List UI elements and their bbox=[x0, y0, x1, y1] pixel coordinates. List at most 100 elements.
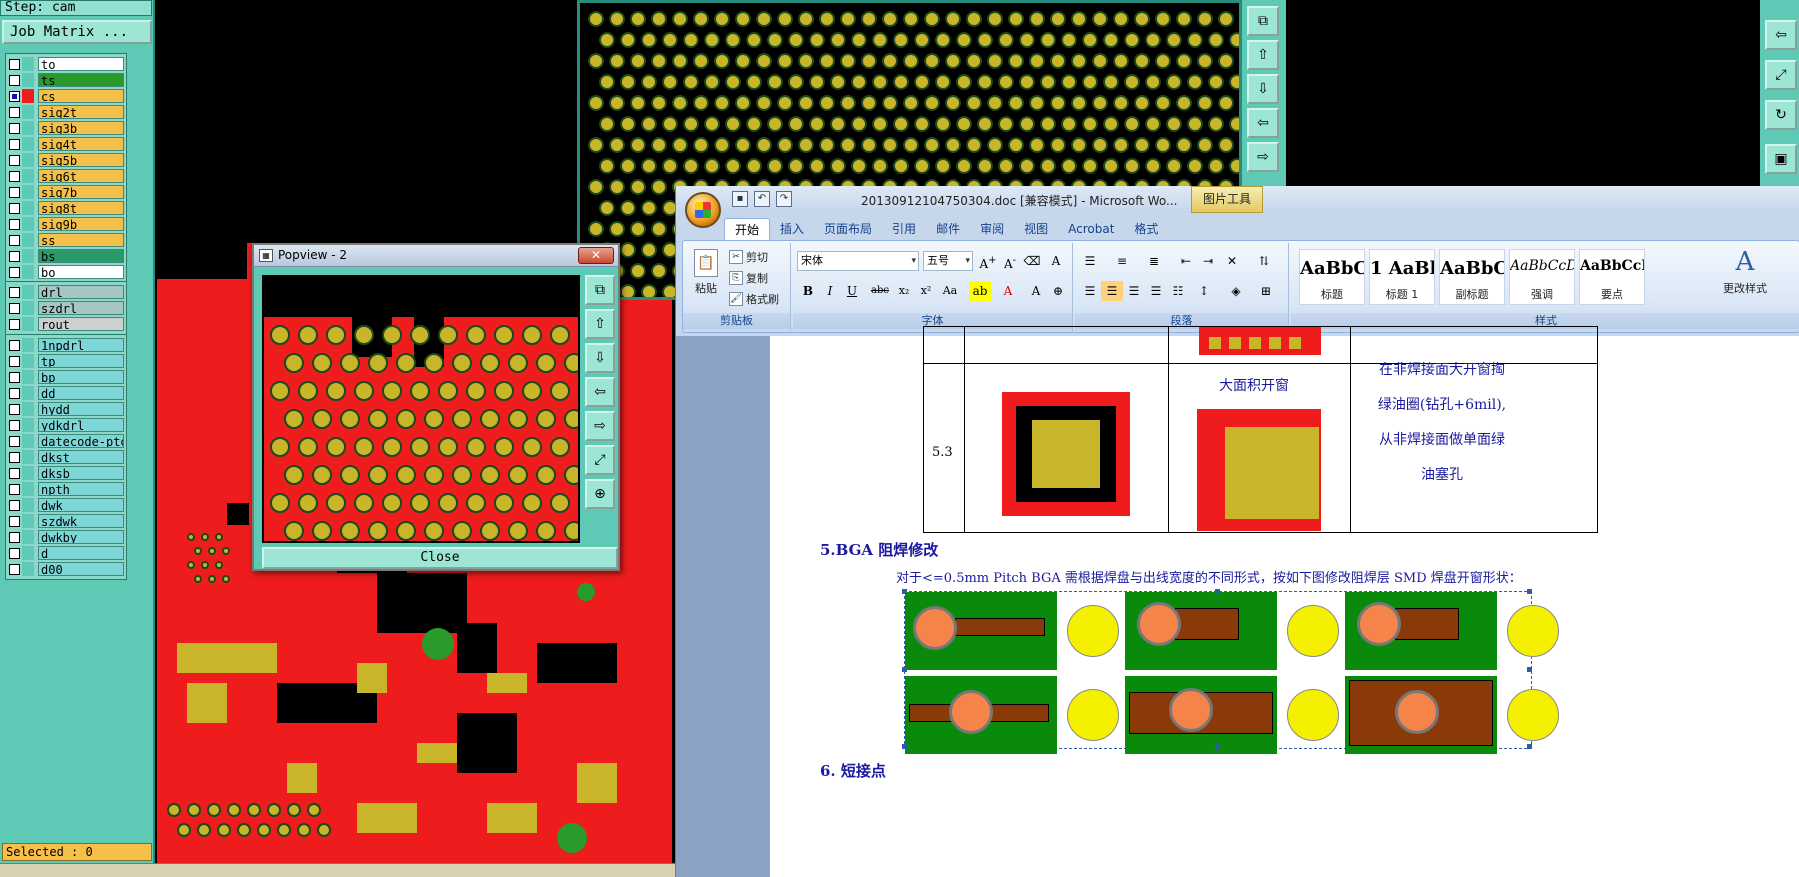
layer-row[interactable]: dwkby bbox=[9, 529, 124, 545]
font-color-button[interactable]: A bbox=[997, 281, 1019, 301]
layer-name[interactable]: bp bbox=[38, 370, 124, 384]
layer-checkbox[interactable] bbox=[9, 58, 20, 70]
undo-icon[interactable]: ↶ bbox=[754, 191, 770, 207]
resize-handle[interactable] bbox=[902, 589, 907, 594]
save-icon[interactable]: ▪ bbox=[732, 191, 748, 207]
layer-checkbox[interactable] bbox=[9, 170, 20, 182]
resize-handle[interactable] bbox=[1215, 744, 1220, 749]
char-border-button[interactable]: A bbox=[1045, 251, 1067, 271]
layer-checkbox[interactable] bbox=[9, 318, 20, 330]
grow-font-button[interactable]: A+ bbox=[977, 251, 999, 271]
style-tile[interactable]: 1 AaBl 标题 1 bbox=[1369, 249, 1435, 305]
layer-row[interactable]: sig8t bbox=[9, 200, 124, 216]
redraw-button[interactable]: ↻ bbox=[1765, 100, 1797, 130]
layer-checkbox[interactable] bbox=[9, 547, 20, 559]
layer-row[interactable]: ts bbox=[9, 72, 124, 88]
layer-checkbox[interactable] bbox=[9, 234, 20, 246]
layer-checkbox[interactable] bbox=[9, 563, 20, 575]
layer-name[interactable]: 1npdrl bbox=[38, 338, 124, 352]
align-right-button[interactable]: ☰ bbox=[1123, 281, 1145, 301]
layer-name[interactable]: sig3b bbox=[38, 121, 124, 135]
layer-checkbox[interactable] bbox=[9, 250, 20, 262]
style-tile[interactable]: AaBbCcD 要点 bbox=[1579, 249, 1645, 305]
layer-checkbox[interactable] bbox=[9, 499, 20, 511]
popview-zoom-fit-button[interactable]: ⤢ bbox=[585, 445, 615, 475]
layer-name[interactable]: bo bbox=[38, 265, 124, 279]
job-matrix-button[interactable]: Job Matrix ... bbox=[2, 20, 152, 44]
layer-checkbox[interactable] bbox=[9, 186, 20, 198]
layer-checkbox[interactable] bbox=[9, 74, 20, 86]
layer-checkbox[interactable] bbox=[9, 467, 20, 479]
layer-name[interactable]: sig8t bbox=[38, 201, 124, 215]
layer-name[interactable]: dwk bbox=[38, 498, 124, 512]
layer-name[interactable]: d00 bbox=[38, 562, 124, 576]
layer-checkbox[interactable] bbox=[9, 387, 20, 399]
layer-row[interactable]: npth bbox=[9, 481, 124, 497]
layer-name[interactable]: rout bbox=[38, 317, 124, 331]
layer-checkbox[interactable] bbox=[9, 435, 20, 447]
layer-row[interactable]: d bbox=[9, 545, 124, 561]
subscript-button[interactable]: x₂ bbox=[893, 281, 915, 301]
decrease-indent-button[interactable]: ⇤ bbox=[1175, 251, 1197, 271]
change-case-button[interactable]: Aa bbox=[939, 281, 961, 301]
ribbon-tab[interactable]: 开始 bbox=[724, 218, 771, 240]
sort-button[interactable]: ⇅ bbox=[1253, 251, 1275, 271]
layer-checkbox[interactable] bbox=[9, 515, 20, 527]
layer-row[interactable]: sig5b bbox=[9, 152, 124, 168]
layer-row[interactable]: 1npdrl bbox=[9, 337, 124, 353]
layer-row[interactable]: bo bbox=[9, 264, 124, 280]
layer-checkbox[interactable] bbox=[9, 339, 20, 351]
layer-name[interactable]: szdrl bbox=[38, 301, 124, 315]
zoom-fit-button[interactable]: ⤢ bbox=[1765, 60, 1797, 90]
layer-checkbox[interactable] bbox=[9, 138, 20, 150]
layer-name[interactable]: npth bbox=[38, 482, 124, 496]
layer-row[interactable]: ydkdrl bbox=[9, 417, 124, 433]
layer-name[interactable]: ydkdrl bbox=[38, 418, 124, 432]
pan-right-button[interactable]: ⇨ bbox=[1247, 142, 1279, 172]
layer-row[interactable]: szdwk bbox=[9, 513, 124, 529]
pan-down-button[interactable]: ⇩ bbox=[1247, 74, 1279, 104]
layer-name[interactable]: szdwk bbox=[38, 514, 124, 528]
numbering-button[interactable]: ≡ bbox=[1111, 251, 1133, 271]
layer-checkbox[interactable] bbox=[9, 154, 20, 166]
layer-name[interactable]: sig5b bbox=[38, 153, 124, 167]
layer-name[interactable]: d bbox=[38, 546, 124, 560]
layer-name[interactable]: hydd bbox=[38, 402, 124, 416]
layer-row[interactable]: sig3b bbox=[9, 120, 124, 136]
document-page[interactable]: 5.3 大面积开窗 在非焊接面大开窗掏 绿油圈(钻孔+6mil), 从非焊接面做单面… bbox=[770, 326, 1799, 877]
layer-name[interactable]: datecode-pto bbox=[38, 434, 124, 448]
layer-checkbox[interactable] bbox=[9, 483, 20, 495]
layer-checkbox[interactable] bbox=[9, 531, 20, 543]
layer-name[interactable]: to bbox=[38, 57, 124, 71]
layer-checkbox[interactable] bbox=[9, 371, 20, 383]
popview-pan-up-button[interactable]: ⇧ bbox=[585, 309, 615, 339]
align-center-button[interactable]: ☰ bbox=[1101, 281, 1123, 301]
ribbon-tab[interactable]: 审阅 bbox=[970, 218, 1014, 240]
resize-handle[interactable] bbox=[1527, 744, 1532, 749]
layer-checkbox[interactable] bbox=[9, 202, 20, 214]
layer-row[interactable]: sig7b bbox=[9, 184, 124, 200]
popview-pan-right-button[interactable]: ⇨ bbox=[585, 411, 615, 441]
layer-name[interactable]: sig7b bbox=[38, 185, 124, 199]
change-styles-button[interactable]: A 更改样式 bbox=[1723, 247, 1767, 296]
smd-pad-figure[interactable] bbox=[902, 589, 1559, 754]
layer-name[interactable]: dwkby bbox=[38, 530, 124, 544]
clear-format-button[interactable]: ⌫ bbox=[1021, 251, 1043, 271]
enclose-char-button[interactable]: ⊕ bbox=[1047, 281, 1069, 301]
layer-row[interactable]: dkst bbox=[9, 449, 124, 465]
layer-checkbox[interactable] bbox=[9, 419, 20, 431]
layer-row[interactable]: sig9b bbox=[9, 216, 124, 232]
strikethrough-button[interactable]: abc bbox=[869, 281, 891, 301]
multilevel-list-button[interactable]: ≣ bbox=[1143, 251, 1165, 271]
office-button[interactable] bbox=[685, 192, 721, 228]
layer-checkbox[interactable] bbox=[9, 266, 20, 278]
popview-pan-down-button[interactable]: ⇩ bbox=[585, 343, 615, 373]
snapshot-button[interactable]: ▣ bbox=[1765, 144, 1797, 174]
layer-row[interactable]: rout bbox=[9, 316, 124, 332]
ribbon-tab[interactable]: 邮件 bbox=[926, 218, 970, 240]
layer-row[interactable]: bp bbox=[9, 369, 124, 385]
ribbon-tab[interactable]: 页面布局 bbox=[814, 218, 882, 240]
layer-name[interactable]: sig9b bbox=[38, 217, 124, 231]
layer-row[interactable]: sig2t bbox=[9, 104, 124, 120]
word-titlebar[interactable]: ▪ ↶ ↷ 20130912104750304.doc [兼容模式] - Mic… bbox=[676, 186, 1799, 213]
